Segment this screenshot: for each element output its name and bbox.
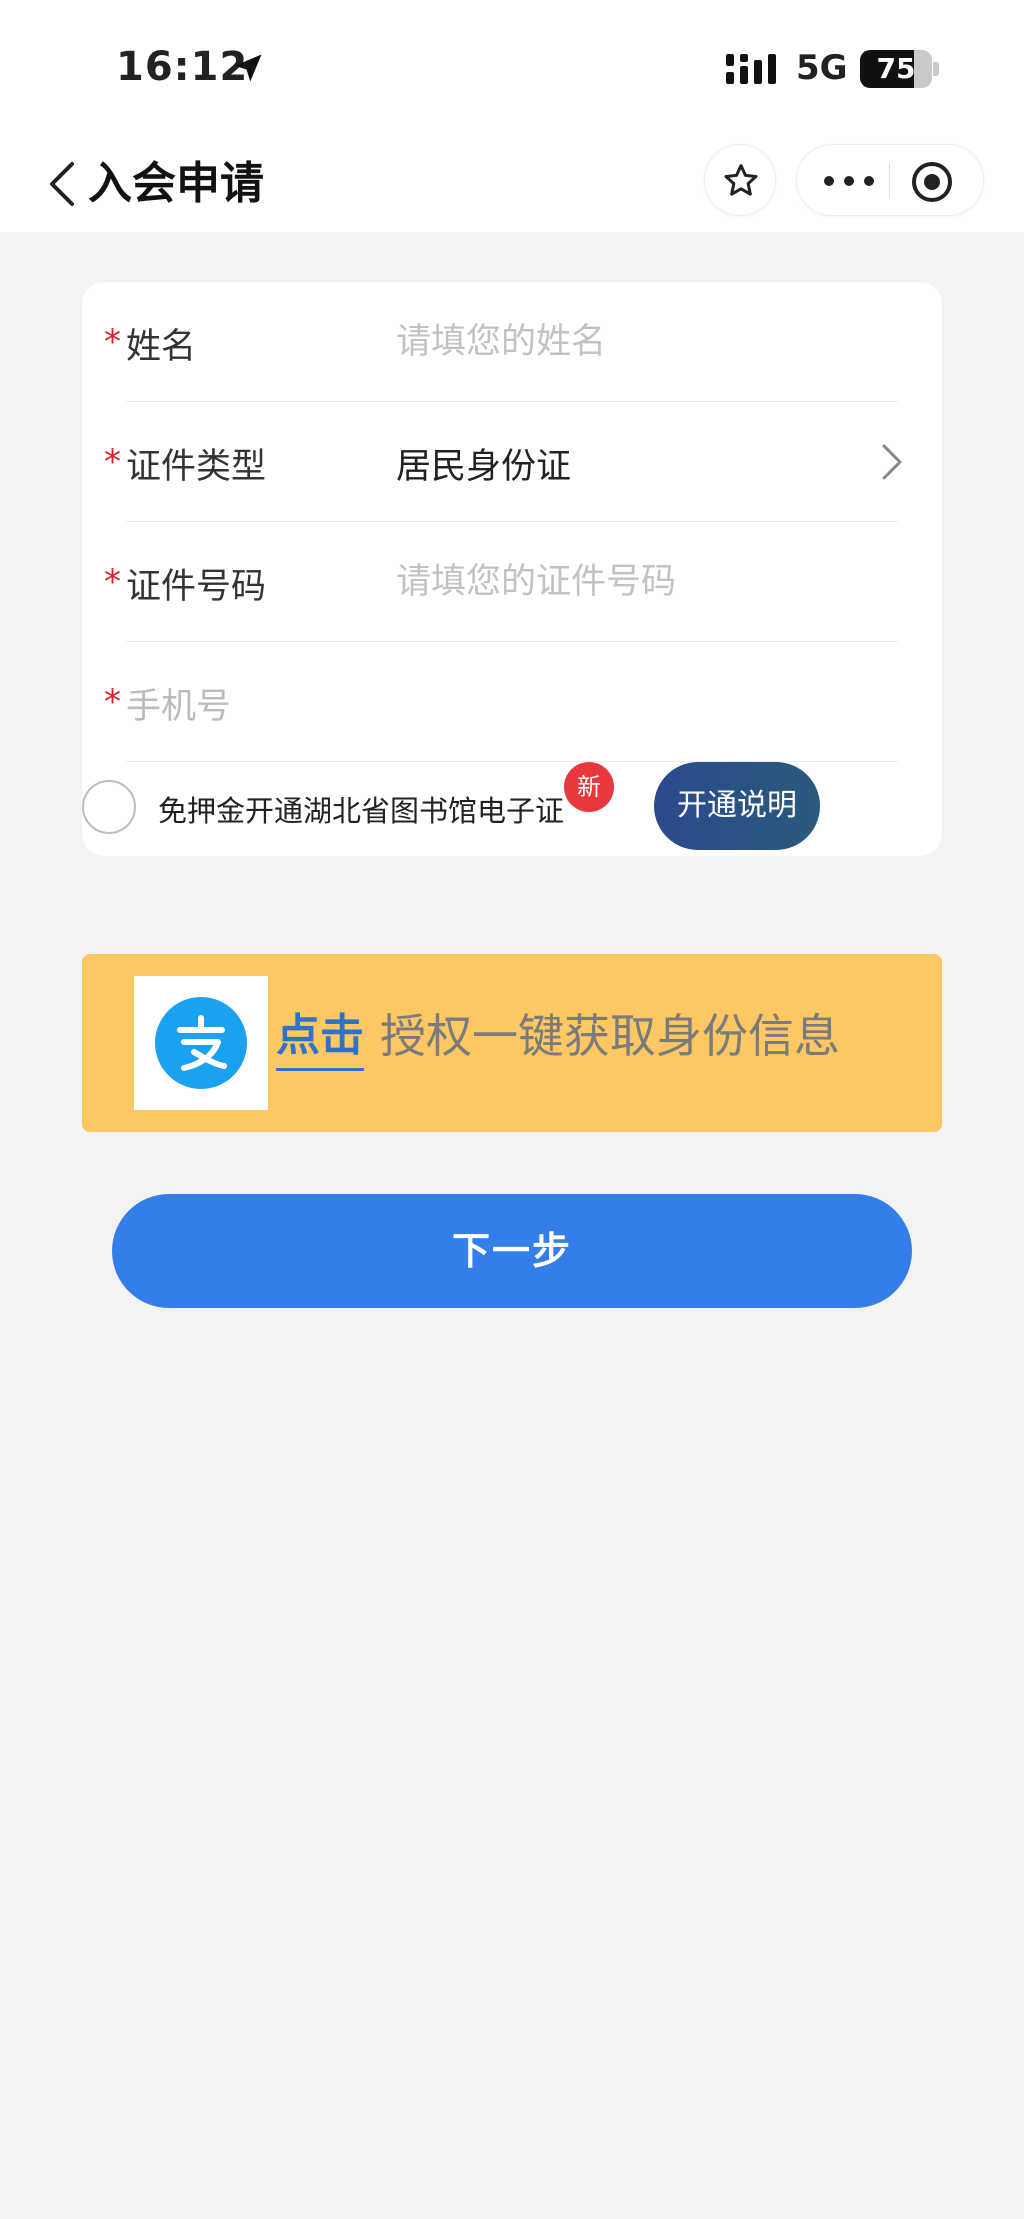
required-mark: * — [104, 322, 121, 362]
back-icon[interactable] — [42, 154, 86, 214]
capsule-divider — [889, 163, 890, 199]
alipay-logo-tile — [134, 976, 268, 1110]
name-label: 姓名 — [126, 327, 197, 367]
auth-click-link[interactable]: 点击 — [276, 1008, 364, 1071]
form-row-id-number: * 证件号码 — [82, 522, 942, 642]
id-number-label: 证件号码 — [126, 567, 267, 607]
required-mark: * — [104, 562, 121, 602]
id-number-input[interactable] — [396, 552, 876, 612]
close-miniprogram-icon[interactable] — [909, 159, 955, 205]
battery-level: 75 — [876, 52, 916, 85]
network-type: 5G — [796, 48, 848, 88]
status-time: 16:12 — [116, 44, 249, 90]
form-row-phone: * 手机号 — [82, 642, 942, 762]
miniprogram-capsule — [796, 144, 984, 216]
form-row-name: * 姓名 — [82, 282, 942, 402]
next-step-button[interactable]: 下一步 — [112, 1194, 912, 1308]
star-icon — [724, 164, 758, 196]
agreement-checkbox[interactable] — [82, 780, 136, 834]
id-type-label: 证件类型 — [126, 447, 267, 487]
signal-icon — [726, 54, 776, 84]
battery-cap — [933, 62, 939, 76]
member-form-card: * 姓名 * 证件类型 居民身份证 * 证件号码 * 手机号 免押金开通湖北省图… — [82, 282, 942, 856]
page-title: 入会申请 — [88, 158, 264, 209]
alipay-icon — [155, 997, 247, 1089]
form-row-id-type[interactable]: * 证件类型 居民身份证 — [82, 402, 942, 522]
location-arrow-icon — [234, 54, 262, 82]
chevron-right-icon — [882, 444, 902, 480]
phone-input[interactable] — [396, 672, 876, 732]
phone-label: 手机号 — [126, 687, 232, 727]
agreement-row: 免押金开通湖北省图书馆电子证 新 开通说明 — [82, 762, 942, 856]
new-badge: 新 — [564, 762, 614, 812]
name-input[interactable] — [396, 312, 876, 372]
agreement-text: 免押金开通湖北省图书馆电子证 — [158, 794, 565, 828]
more-icon[interactable] — [819, 165, 879, 197]
id-type-select[interactable]: 居民身份证 — [396, 438, 571, 489]
open-explanation-button[interactable]: 开通说明 — [654, 762, 820, 850]
auth-description: 授权一键获取身份信息 — [380, 1009, 840, 1063]
alipay-auth-banner[interactable]: 点击 授权一键获取身份信息 — [82, 954, 942, 1132]
nav-bar: 入会申请 — [0, 136, 1024, 232]
status-bar: 16:12 5G 75 — [0, 0, 1024, 136]
favorite-button[interactable] — [704, 144, 776, 216]
battery-icon: 75 — [860, 50, 932, 88]
required-mark: * — [104, 682, 121, 722]
required-mark: * — [104, 442, 121, 482]
